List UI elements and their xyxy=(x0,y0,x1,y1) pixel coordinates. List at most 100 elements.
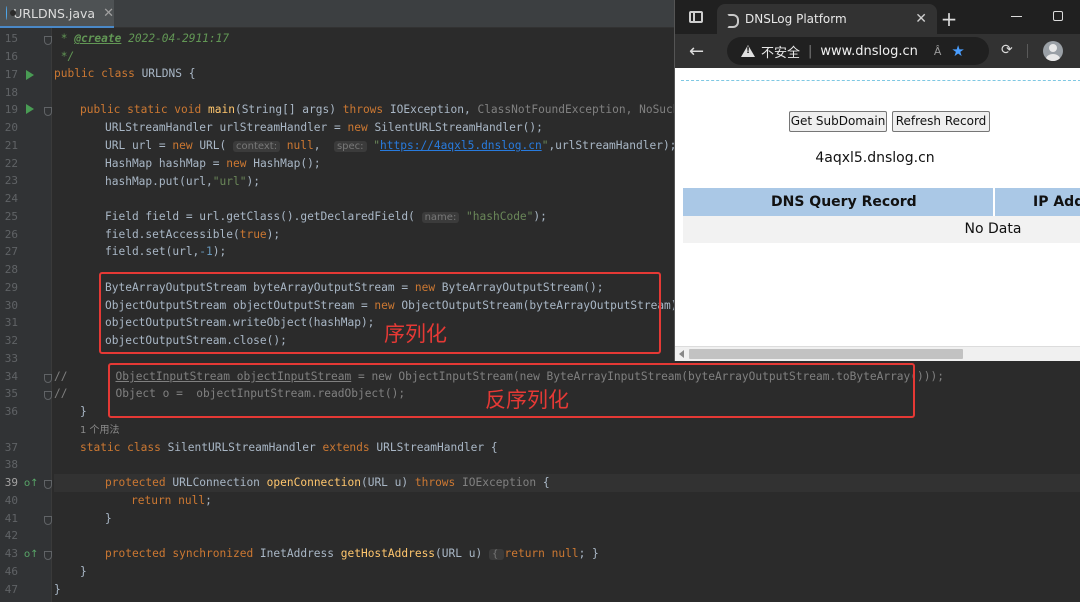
subdomain-value: 4aqxl5.dnslog.cn xyxy=(815,150,935,166)
code-line: } xyxy=(80,563,87,581)
close-tab-icon[interactable]: ✕ xyxy=(915,11,927,27)
fold-marker-icon[interactable] xyxy=(44,391,52,400)
code-text: { xyxy=(536,476,550,489)
code-text: ); xyxy=(533,210,547,223)
browser-tab-title: DNSLog Platform xyxy=(745,12,847,26)
keyword: new xyxy=(347,121,368,134)
folded-block[interactable]: { xyxy=(488,549,505,560)
line-number: 28 xyxy=(4,263,18,276)
line-number: 43 xyxy=(4,547,18,560)
code-text: URLStreamHandler { xyxy=(369,441,498,454)
code-line: } xyxy=(54,581,61,599)
code-text: ,urlStreamHandler); xyxy=(548,139,677,152)
line-number: 47 xyxy=(4,583,18,596)
line-number: 42 xyxy=(4,529,18,542)
warning-icon[interactable] xyxy=(741,45,755,57)
code-line: public class URLDNS { xyxy=(54,65,195,83)
line-number: 24 xyxy=(4,192,18,205)
line-number: 25 xyxy=(4,210,18,223)
code-line: static class SilentURLStreamHandler exte… xyxy=(80,439,498,457)
table-header: DNS Query Record IP Add xyxy=(683,188,1080,216)
parameter-hint: spec: xyxy=(333,141,367,152)
horizontal-scrollbar[interactable] xyxy=(675,346,1080,361)
new-tab-button[interactable]: + xyxy=(937,7,961,31)
line-number: 29 xyxy=(4,281,18,294)
fold-marker-icon[interactable] xyxy=(44,36,52,45)
override-method-icon[interactable]: o↑ xyxy=(24,478,39,489)
line-number-gutter[interactable]: 15 16 17 18 19 20 21 22 23 24 25 26 27 2… xyxy=(0,28,52,602)
editor-tab-urldns[interactable]: URLDNS.java ✕ xyxy=(0,0,114,28)
code-text: SilentURLStreamHandler xyxy=(160,441,323,454)
line-number: 20 xyxy=(4,121,18,134)
tab-actions-icon[interactable] xyxy=(689,11,703,23)
editor-tab-label: URLDNS.java xyxy=(13,5,96,21)
code-text: ); xyxy=(266,228,281,241)
keyword: new xyxy=(172,139,193,152)
address-host[interactable]: www.dnslog.cn xyxy=(820,44,917,59)
address-bar[interactable]: 不安全 | www.dnslog.cn Â ★ xyxy=(727,37,989,65)
keyword: return null xyxy=(504,547,579,560)
code-text: } xyxy=(105,512,112,525)
line-number: 16 xyxy=(4,50,18,63)
refresh-record-button[interactable]: Refresh Record xyxy=(892,111,990,132)
serialize-annotation: 序列化 xyxy=(384,322,447,346)
code-text: HashMap hashMap = xyxy=(105,157,227,170)
parameter-hint: name: xyxy=(421,212,460,223)
address-separator: | xyxy=(808,43,813,59)
run-class-icon[interactable] xyxy=(26,70,34,80)
fold-marker-icon[interactable] xyxy=(44,551,52,560)
keyword: protected synchronized xyxy=(105,547,254,560)
line-number: 35 xyxy=(4,387,18,400)
browser-tab-dnslog[interactable]: DNSLog Platform ✕ xyxy=(717,4,937,34)
toolbar-divider xyxy=(1027,44,1028,58)
code-text: URLStreamHandler urlStreamHandler = xyxy=(105,121,348,134)
back-button[interactable]: ← xyxy=(689,41,704,62)
get-subdomain-button[interactable]: Get SubDomain xyxy=(789,111,887,132)
line-number: 18 xyxy=(4,86,18,99)
code-text: } xyxy=(80,405,87,418)
extensions-icon[interactable]: ⟳ xyxy=(1001,42,1013,58)
code-line: } xyxy=(105,510,112,528)
column-header-dns-query: DNS Query Record xyxy=(771,194,917,210)
maximize-button[interactable] xyxy=(1053,11,1063,21)
code-text: ; xyxy=(205,494,212,507)
empty-table-text: No Data xyxy=(964,221,1022,237)
column-divider xyxy=(993,188,995,216)
line-number: 27 xyxy=(4,245,18,258)
comment: */ xyxy=(54,50,75,63)
scrollbar-thumb[interactable] xyxy=(689,349,963,359)
keyword: new xyxy=(226,157,247,170)
string-literal: "hashCode" xyxy=(459,210,534,223)
read-aloud-icon[interactable]: Â xyxy=(934,45,942,58)
line-number: 30 xyxy=(4,299,18,312)
code-text: field.set(url, xyxy=(105,245,200,258)
profile-avatar[interactable] xyxy=(1043,41,1063,61)
fold-marker-icon[interactable] xyxy=(44,374,52,383)
code-text: hashMap.put(url, xyxy=(105,175,213,188)
code-text: ClassNotFoundException, NoSuchFiel xyxy=(477,103,707,116)
close-tab-icon[interactable]: ✕ xyxy=(103,6,114,21)
code-text: , xyxy=(313,139,334,152)
fold-marker-icon[interactable] xyxy=(44,480,52,489)
url-link[interactable]: https://4aqxl5.dnslog.cn xyxy=(380,139,542,152)
usages-count[interactable]: 1 个用法 xyxy=(80,425,120,436)
line-number: 40 xyxy=(4,494,18,507)
string-literal: "url" xyxy=(212,175,247,188)
run-main-icon[interactable] xyxy=(26,104,34,114)
code-line: return null; xyxy=(131,492,212,510)
line-number: 26 xyxy=(4,228,18,241)
security-label[interactable]: 不安全 xyxy=(761,42,800,61)
column-header-ip: IP Add xyxy=(1033,194,1080,210)
line-number: 23 xyxy=(4,174,18,187)
usages-hint[interactable]: 1 个用法 xyxy=(80,421,120,439)
minimize-button[interactable] xyxy=(1011,16,1022,17)
override-method-icon[interactable]: o↑ xyxy=(24,549,39,560)
line-comment-marker: // xyxy=(54,387,68,400)
fold-marker-icon[interactable] xyxy=(44,516,52,525)
scroll-left-arrow-icon[interactable] xyxy=(679,350,684,358)
keyword: public class xyxy=(54,67,135,80)
serialize-highlight-box xyxy=(99,272,661,354)
code-text: ; } xyxy=(578,547,599,560)
favorite-star-icon[interactable]: ★ xyxy=(951,42,964,60)
fold-marker-icon[interactable] xyxy=(44,107,52,116)
